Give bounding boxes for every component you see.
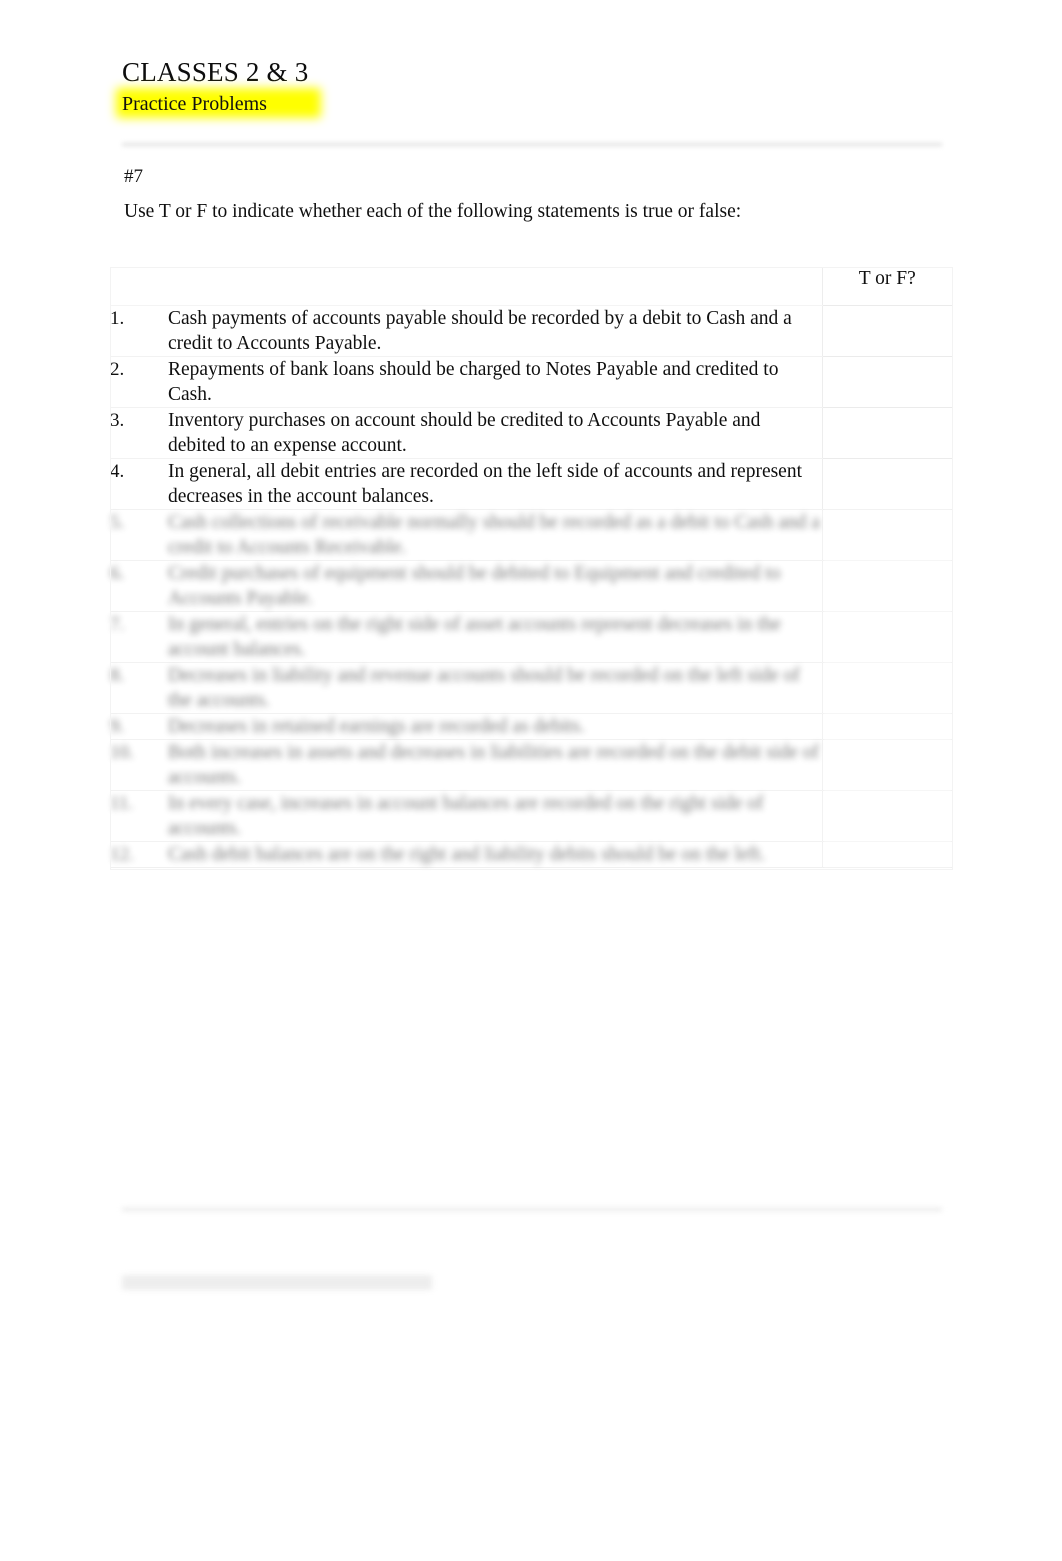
row-answer-cell[interactable]: [821, 458, 952, 510]
table-row: 2. Repayments of bank loans should be cha…: [110, 356, 952, 408]
document-page: CLASSES 2 & 3 Practice Problems #7 Use T…: [0, 0, 1062, 1561]
table-row: 1. Cash payments of accounts payable shou…: [110, 305, 952, 357]
table-row: 8. Decreases in liability and revenue acc…: [110, 662, 952, 714]
row-number: 5.: [110, 509, 168, 561]
row-number: 11.: [110, 790, 168, 842]
header-statement-column: [168, 267, 822, 306]
row-statement: Cash payments of accounts payable should…: [168, 305, 822, 357]
row-statement: In general, entries on the right side of…: [168, 611, 822, 663]
table-row: 3. Inventory purchases on account should …: [110, 407, 952, 459]
row-statement: Credit purchases of equipment should be …: [168, 560, 822, 612]
row-answer-cell[interactable]: [821, 713, 952, 740]
row-answer-cell[interactable]: [821, 662, 952, 714]
page-title: CLASSES 2 & 3: [122, 57, 309, 87]
table-row: 4. In general, all debit entries are reco…: [110, 458, 952, 510]
row-answer-cell[interactable]: [821, 305, 952, 357]
table-header-row: T or F?: [110, 267, 952, 306]
row-number: 2.: [110, 356, 168, 408]
footer-divider: [122, 1208, 942, 1211]
table-row: 7. In general, entries on the right side …: [110, 611, 952, 663]
table-body: 1. Cash payments of accounts payable shou…: [110, 305, 952, 868]
question-prompt: Use T or F to indicate whether each of t…: [124, 201, 742, 222]
header-number-column: [110, 267, 168, 306]
row-number: 10.: [110, 739, 168, 791]
table-row: 5. Cash collections of receivable normall…: [110, 509, 952, 561]
row-statement: Repayments of bank loans should be charg…: [168, 356, 822, 408]
row-answer-cell[interactable]: [821, 841, 952, 868]
row-number: 6.: [110, 560, 168, 612]
header-divider: [122, 143, 942, 146]
footer-note: [122, 1275, 432, 1290]
row-number: 8.: [110, 662, 168, 714]
question-number: #7: [124, 166, 143, 187]
table-row: 6. Credit purchases of equipment should b…: [110, 560, 952, 612]
table-row: 9. Decreases in retained earnings are rec…: [110, 713, 952, 740]
table-row: 11. In every case, increases in account b…: [110, 790, 952, 842]
table-row: 10. Both increases in assets and decrease…: [110, 739, 952, 791]
row-number: 7.: [110, 611, 168, 663]
row-answer-cell[interactable]: [821, 356, 952, 408]
row-statement: In general, all debit entries are record…: [168, 458, 822, 510]
row-answer-cell[interactable]: [821, 509, 952, 561]
table-row: 12. Cash debit balances are on the right …: [110, 841, 952, 868]
row-number: 4.: [110, 458, 168, 510]
row-statement: Both increases in assets and decreases i…: [168, 739, 822, 791]
row-answer-cell[interactable]: [821, 560, 952, 612]
row-statement: Decreases in liability and revenue accou…: [168, 662, 822, 714]
row-number: 1.: [110, 305, 168, 357]
subtitle-wrapper: Practice Problems: [116, 88, 321, 118]
row-statement: Inventory purchases on account should be…: [168, 407, 822, 459]
row-statement: Decreases in retained earnings are recor…: [168, 713, 822, 740]
row-number: 3.: [110, 407, 168, 459]
document-header: CLASSES 2 & 3 Practice Problems: [116, 55, 822, 118]
row-statement: In every case, increases in account bala…: [168, 790, 822, 842]
table-head: T or F?: [110, 267, 952, 306]
row-answer-cell[interactable]: [821, 739, 952, 791]
row-statement: Cash debit balances are on the right and…: [168, 841, 822, 868]
row-answer-cell[interactable]: [821, 407, 952, 459]
row-number: 12.: [110, 841, 168, 868]
row-statement: Cash collections of receivable normally …: [168, 509, 822, 561]
header-answer-column: T or F?: [821, 267, 952, 306]
row-answer-cell[interactable]: [821, 611, 952, 663]
row-answer-cell[interactable]: [821, 790, 952, 842]
true-false-table: T or F? 1. Cash payments of accounts paya…: [110, 267, 952, 868]
page-subtitle: Practice Problems: [122, 93, 267, 115]
row-number: 9.: [110, 713, 168, 740]
